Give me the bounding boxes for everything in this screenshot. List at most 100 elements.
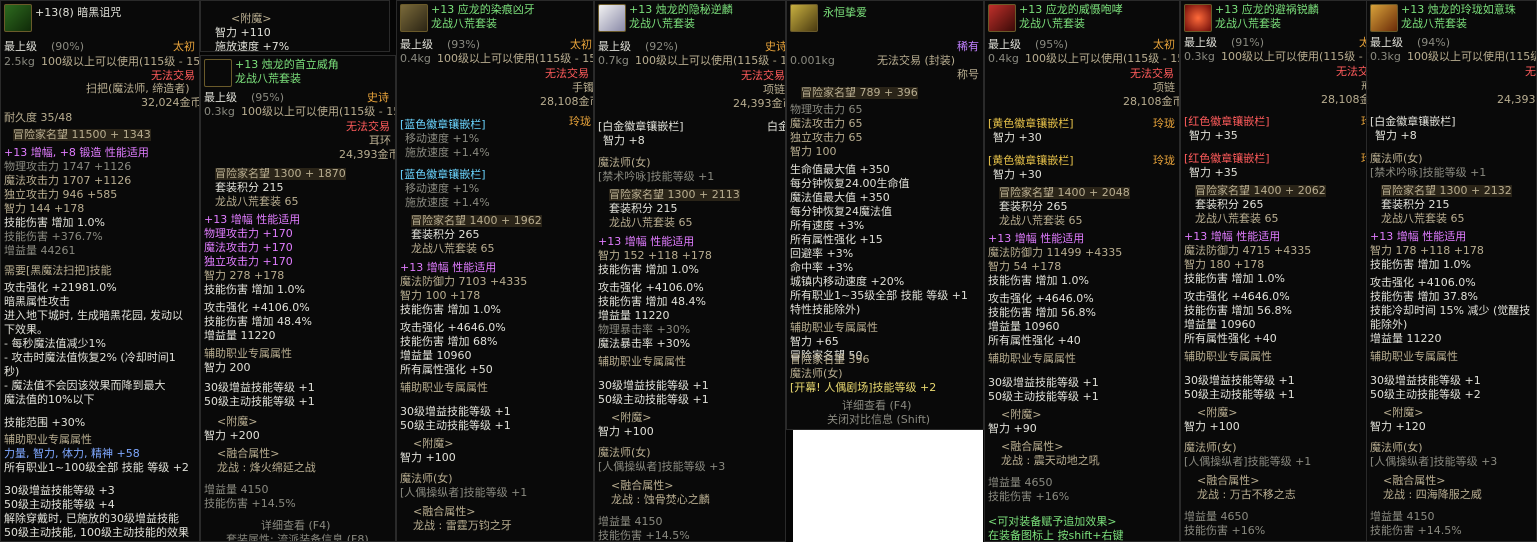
tooltip-line: 最上级 <box>988 38 1021 51</box>
tooltip-line: 独立攻击力 65 <box>790 131 863 144</box>
tooltip-line: 冒险家名望 1300 + 2132 <box>1381 184 1512 197</box>
tooltip-line: (95%) <box>251 91 285 104</box>
tooltip-line: 技能伤害 增加 1.0% <box>988 274 1089 287</box>
tooltip-line: 技能伤害 +14.5% <box>1370 524 1462 537</box>
tooltip-line: 50级主动技能, 100级主动技能的效果 <box>4 526 189 539</box>
tooltip-line: 100级以上可以使用(115级 - 15 <box>1221 50 1370 63</box>
tooltip-line: 智力 +120 <box>1370 420 1426 433</box>
tooltip-line: 30级增益技能等级 +1 <box>400 405 511 418</box>
tooltip-line: 智力 54 +178 <box>988 260 1062 273</box>
tooltip-title-eternal-love: 永恒挚爱 稀有 0.001kg 无法交易 (封装) 称号 冒险家名望 789 + 396 物… <box>786 0 984 430</box>
tooltip-line: 魔法攻击力 +170 <box>204 241 293 254</box>
tooltip-line: +13 烛龙的玲珑如意珠 <box>1401 3 1516 16</box>
tooltip-line: 智力 100 <box>790 145 837 158</box>
tooltip-line: 50级主动技能等级 +1 <box>988 390 1099 403</box>
tooltip-line: [人偶操纵者]技能等级 +3 <box>598 460 726 473</box>
tooltip-line: 下效果。 <box>4 323 48 336</box>
tooltip-bracelet: +13 应龙的染痕凶牙 龙战八荒套装 最上级 (93%) 太初 0.4kg 100级以上可以… <box>396 0 594 542</box>
tooltip-line: 24,393 <box>1497 93 1536 106</box>
tooltip-line: 每分钟恢复24.00生命值 <box>790 177 910 190</box>
tooltip-line: 魔法防御力 4715 +4335 <box>1184 244 1312 257</box>
tooltip-line: 50级主动技能等级 +1 <box>598 393 709 406</box>
tooltip-line: 最上级 <box>1184 36 1217 49</box>
tooltip-line: <附魔> <box>1001 408 1042 421</box>
tooltip-line: 命中率 +3% <box>790 261 854 274</box>
tooltip-line: 智力 200 <box>204 361 251 374</box>
tooltip-line: 龙战八荒套装 65 <box>411 242 495 255</box>
tooltip-line: 龙战八荒套装 <box>1401 17 1467 30</box>
tooltip-line: +13(8) 暗黑诅咒 <box>35 6 122 19</box>
bracelet-icon <box>400 4 428 32</box>
tooltip-line: +13 增幅 性能适用 <box>1370 230 1467 243</box>
tooltip-line: 魔法师(女) <box>400 472 453 485</box>
tooltip-line: 辅助职业专属属性 <box>1184 350 1272 363</box>
tooltip-line: 冒险家名望 789 + 396 <box>801 86 918 99</box>
tooltip-line: 50级主动技能等级 +2 <box>1370 388 1481 401</box>
tooltip-line: 增益量 4150 <box>204 483 269 496</box>
tooltip-line: 技能伤害 +14.5% <box>204 497 296 510</box>
tooltip-line: 智力 +30 <box>993 168 1042 181</box>
tooltip-line: 冒险家名望 1300 + 1870 <box>215 167 346 180</box>
tooltip-line: 史诗 <box>765 40 786 53</box>
earring-icon <box>204 59 232 87</box>
tooltip-line: 所有属性强化 +40 <box>988 334 1081 347</box>
tooltip-line: 太初 <box>1153 38 1175 51</box>
tooltip-line: 增益量 4650 <box>988 476 1053 489</box>
tooltip-line: <附魔> <box>611 411 652 424</box>
tooltip-line: 攻击强化 +4106.0% <box>1370 276 1476 289</box>
tooltip-line: 增益量 11220 <box>598 309 670 322</box>
tooltip-line: 技能伤害 增加 56.8% <box>988 306 1096 319</box>
tooltip-line: 所有属性强化 +40 <box>1184 332 1277 345</box>
tooltip-line: +13 应龙的染痕凶牙 <box>431 3 535 16</box>
tooltip-line: 生命值最大值 +350 <box>790 163 890 176</box>
tooltip-line: 独立攻击力 946 +585 <box>4 188 118 201</box>
tooltip-line: 技能范围 +30% <box>4 416 86 429</box>
tooltip-line: 智力 +90 <box>988 422 1037 435</box>
tooltip-line: <附魔> <box>1197 406 1238 419</box>
tooltip-line: 特性技能除外) <box>790 303 861 316</box>
tooltip-line: 力量, 智力, 体力, 精神 +58 <box>4 447 140 460</box>
tooltip-line: 魔法防御力 7103 +4335 <box>400 275 528 288</box>
tooltip-line: (92%) <box>645 40 679 53</box>
tooltip-line: 辅助职业专属属性 <box>400 381 488 394</box>
tooltip-line: 24,393金币 <box>733 97 785 110</box>
tooltip-line: 28,108金币 <box>1123 95 1180 108</box>
tooltip-line: [人偶操纵者]技能等级 +3 <box>1370 455 1498 468</box>
tooltip-line: 套装属性: 流派装备信息 (F8) <box>226 533 369 542</box>
tooltip-line: 技能伤害 +376.7% <box>4 230 103 243</box>
tooltip-line: 30级增益技能等级 +1 <box>598 379 709 392</box>
tooltip-line: 魔法师(女) <box>598 446 651 459</box>
tooltip-line: 暗黑属性攻击 <box>4 295 70 308</box>
tooltip-line: 所有速度 +3% <box>790 219 865 232</box>
tooltip-necklace-hidden-scale: +13 烛龙的隐秘逆麟 龙战八荒套装 最上级 (92%) 史诗 0.7kg 100级以上可以… <box>594 0 786 542</box>
tooltip-line: 移动速度 +1% <box>405 132 480 145</box>
ring-icon <box>1184 4 1212 32</box>
tooltip-line: 套装积分 265 <box>411 228 480 241</box>
tooltip-line: 增益量 10960 <box>988 320 1060 333</box>
tooltip-line: 攻击强化 +4646.0% <box>1184 290 1290 303</box>
tooltip-line: 技能伤害 +16% <box>988 490 1070 503</box>
tooltip-line: 100级以上可以使用(115级 - 15) <box>241 105 396 118</box>
tooltip-line: 增益量 10960 <box>400 349 472 362</box>
tooltip-line: 智力 +100 <box>1184 420 1240 433</box>
tooltip-line: 30级增益技能等级 +1 <box>1370 374 1481 387</box>
tooltip-line: 龙战八荒套装 65 <box>999 214 1083 227</box>
tooltip-earring: +13 烛龙的首立威角 龙战八荒套装 最上级 (95%) 史诗 0.3kg 100级以上可以… <box>200 55 396 542</box>
tooltip-line: 物理攻击力 65 <box>790 103 863 116</box>
tooltip-line: 龙战 : 震天动地之吼 <box>1001 454 1100 467</box>
tooltip-line: 攻击强化 +21981.0% <box>4 281 117 294</box>
tooltip-line: 智力 +100 <box>598 425 654 438</box>
tooltip-line: 30级增益技能等级 +1 <box>1184 374 1295 387</box>
tooltip-line: +13 增幅 性能适用 <box>988 232 1085 245</box>
tooltip-line: +13 增幅 性能适用 <box>204 213 301 226</box>
tooltip-line: 城镇内移动速度 +20% <box>790 275 905 288</box>
tooltip-line: 0.7kg <box>598 54 629 67</box>
tooltip-line: 龙战八荒套装 65 <box>1195 212 1279 225</box>
tooltip-line: 无 <box>1525 65 1536 78</box>
tooltip-line: 称号 <box>957 68 979 81</box>
tooltip-line: 增益量 44261 <box>4 244 76 257</box>
tooltip-line: 秒) <box>4 365 20 378</box>
necklace-icon <box>598 4 626 32</box>
tooltip-line: [黄色徽章镶嵌栏] <box>988 154 1074 167</box>
tooltip-line: 龙战 : 万古不移之志 <box>1197 488 1296 501</box>
